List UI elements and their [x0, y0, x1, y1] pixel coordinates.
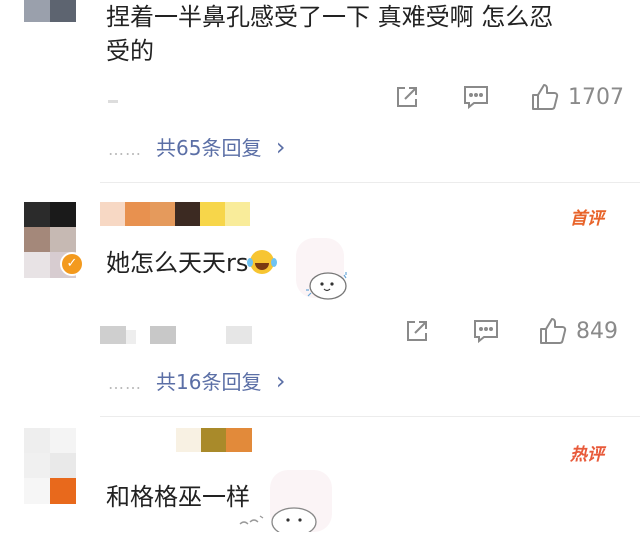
share-icon — [407, 321, 427, 341]
like-count: 1707 — [568, 84, 624, 110]
divider — [100, 182, 640, 183]
reply-count-label: 共16条回复 — [156, 370, 262, 394]
view-replies-link[interactable]: …… 共65条回复 › — [108, 132, 285, 161]
first-comment-badge: 首评 — [570, 209, 604, 229]
laughing-tears-emoji-icon — [247, 250, 278, 274]
image-attachment-blur — [100, 326, 252, 344]
divider — [100, 416, 640, 417]
comment-icon — [464, 86, 488, 110]
hot-comment-badge: 热评 — [570, 445, 604, 465]
chevron-right-icon: › — [275, 367, 286, 395]
username-blur — [108, 100, 118, 103]
comment-button[interactable] — [462, 84, 490, 110]
thumbs-up-icon — [532, 84, 559, 110]
view-replies-link[interactable]: …… 共16条回复 › — [108, 366, 285, 395]
share-button[interactable] — [394, 84, 420, 110]
username-blur — [176, 428, 252, 452]
username-blur — [100, 202, 250, 226]
comment-text: 她怎么天天rs — [106, 246, 278, 280]
cartoon-sticker-icon — [304, 270, 350, 302]
share-button[interactable] — [404, 318, 430, 344]
verified-badge: ✓ — [60, 252, 84, 276]
comment-text: 和格格巫一样 — [106, 483, 250, 511]
chevron-right-icon: › — [275, 133, 286, 161]
comment-icon — [474, 320, 498, 344]
comment-text-continued: 受的 — [106, 37, 154, 65]
reply-dots: …… — [108, 140, 142, 159]
avatar[interactable] — [24, 428, 76, 504]
thumbs-up-icon — [540, 318, 567, 344]
comment-button[interactable] — [472, 318, 500, 344]
reply-dots: …… — [108, 374, 142, 393]
share-icon — [397, 87, 417, 107]
reply-count-label: 共65条回复 — [156, 136, 262, 160]
comment-text: 捏着一半鼻孔感受了一下 真难受啊 怎么忍 — [106, 3, 554, 31]
avatar[interactable] — [24, 0, 76, 22]
cartoon-sticker-icon — [236, 498, 326, 536]
like-count: 849 — [576, 318, 618, 344]
like-button[interactable]: 849 — [538, 316, 618, 346]
like-button[interactable]: 1707 — [530, 82, 624, 112]
